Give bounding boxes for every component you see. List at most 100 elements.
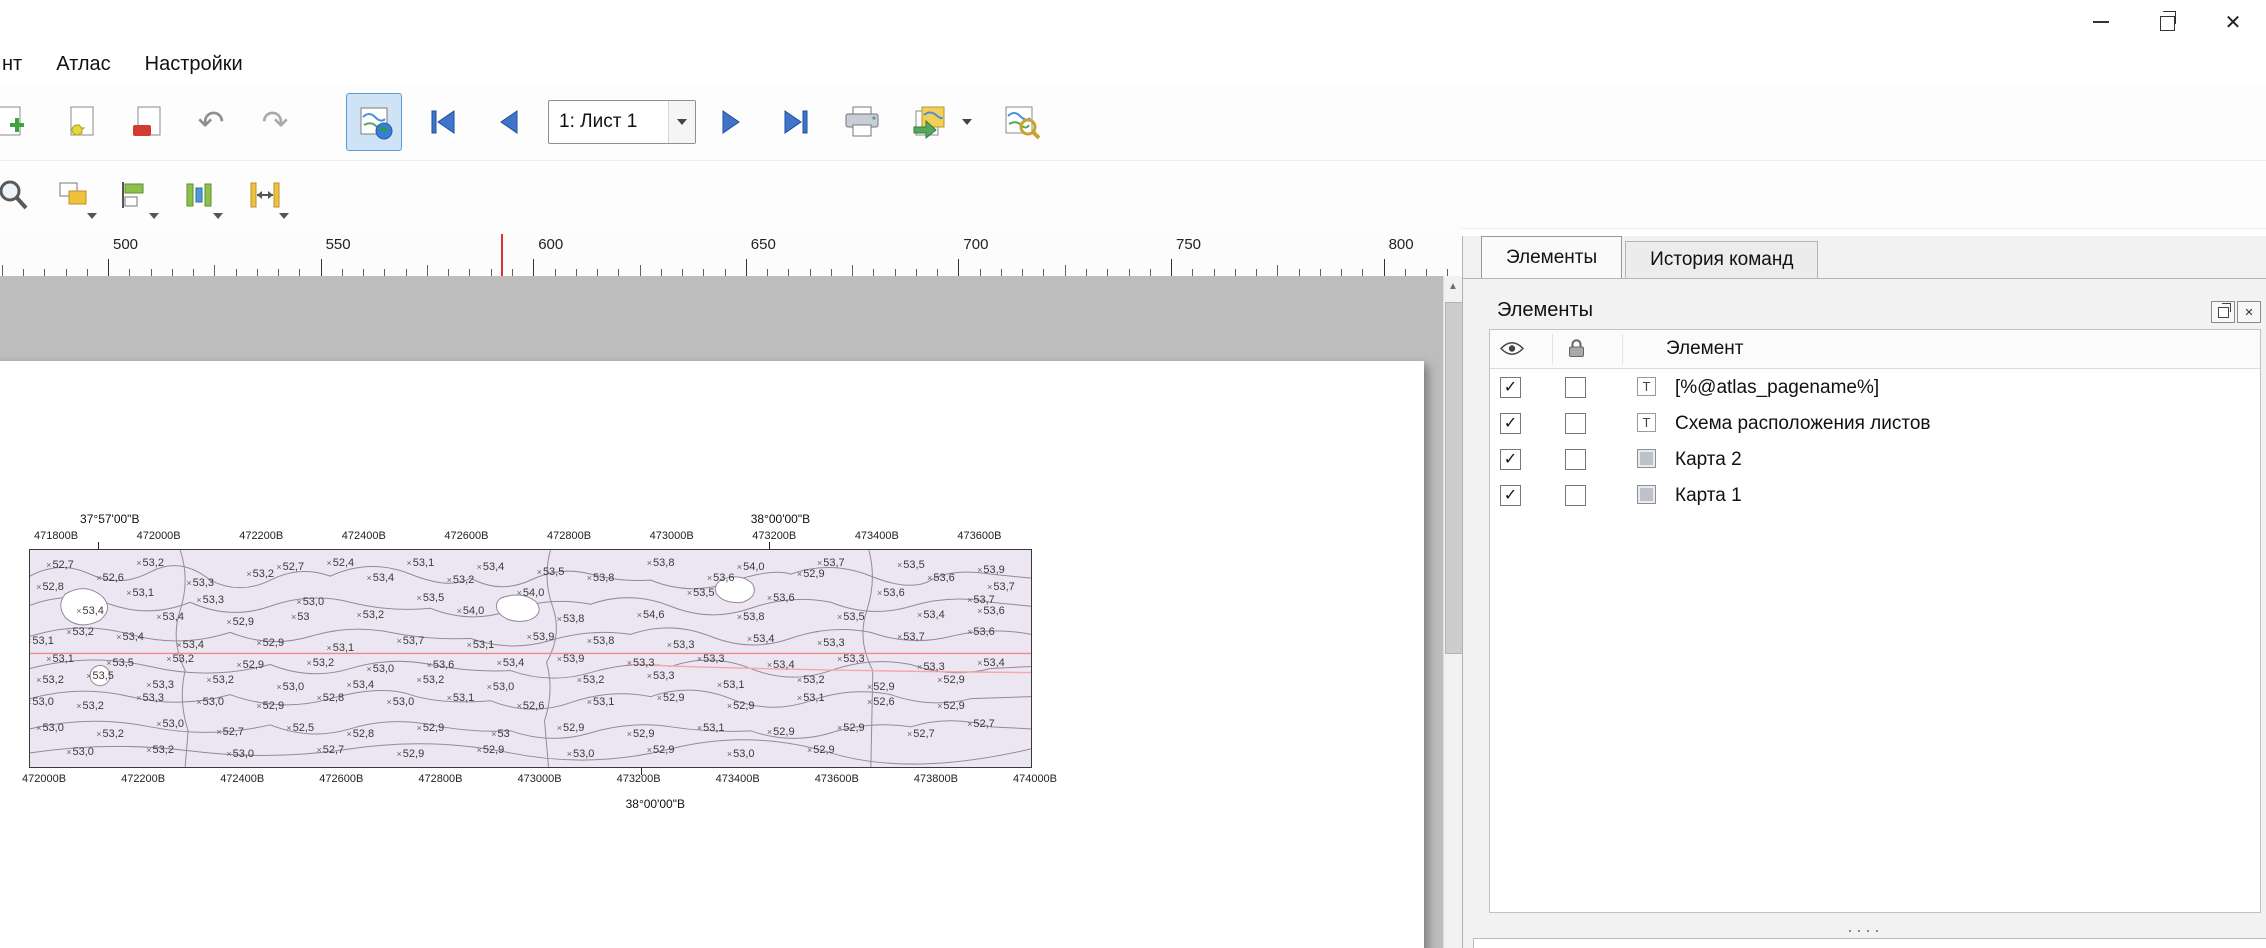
menu-item-layout-partial[interactable]: нт (0, 44, 39, 84)
layout-item-row[interactable]: ✓TСхема расположения листов (1490, 405, 2260, 441)
align-items-button[interactable] (108, 167, 162, 223)
undo-button[interactable]: ↶ (184, 94, 238, 150)
export-atlas-dropdown[interactable] (956, 94, 978, 150)
ruler-tick (236, 269, 237, 276)
tab-elements[interactable]: Элементы (1481, 236, 1622, 278)
scroll-up-arrow[interactable]: ▲ (1444, 276, 1462, 296)
panel-splitter-handle[interactable]: ···· (1463, 926, 2266, 934)
column-divider (1552, 334, 1553, 364)
spot-elevation-label: 54,0 (517, 587, 545, 599)
distribute-items-button[interactable] (172, 167, 226, 223)
zoom-tool-button[interactable] (0, 167, 40, 223)
export-pdf-button[interactable] (120, 94, 174, 150)
layout-item-row[interactable]: ✓ Карта 1 (1490, 477, 2260, 513)
ruler-tick (937, 269, 938, 276)
combo-dropdown-button[interactable] (668, 101, 695, 143)
ruler-tick (23, 269, 24, 276)
ruler-tick (873, 269, 874, 276)
spot-elevation-label: 53,8 (647, 557, 675, 569)
spot-elevation-label: 52,6 (867, 696, 895, 708)
spot-elevation-label: 53,0 (387, 696, 415, 708)
restore-button[interactable] (2134, 0, 2200, 44)
items-toolbar (0, 161, 2266, 229)
atlas-settings-button[interactable] (994, 94, 1048, 150)
ruler-tick (406, 269, 407, 276)
map-grid-label-bottom: 473000В (517, 773, 561, 785)
spot-elevation-label: 52,5 (286, 722, 314, 734)
spot-elevation-label: 53,2 (797, 674, 825, 686)
map-grid-labels-bottom: 472000В472200В472400В472600В472800В47300… (30, 773, 1031, 789)
tab-command-history[interactable]: История команд (1625, 241, 1818, 278)
scrollbar-thumb[interactable] (1445, 302, 1463, 654)
export-atlas-button[interactable] (902, 94, 956, 150)
spot-elevation-label: 53,3 (136, 692, 164, 704)
layout-page[interactable]: 52,753,252,752,453,153,453,553,854,053,7… (0, 361, 1424, 948)
next-feature-button[interactable] (705, 94, 759, 150)
map-grid-label-bottom: 472200В (121, 773, 165, 785)
item-visibility-checkbox[interactable]: ✓ (1500, 485, 1521, 506)
first-feature-button[interactable] (416, 94, 470, 150)
spot-elevation-label: 53,7 (987, 581, 1015, 593)
panel-close-button[interactable]: ✕ (2237, 301, 2261, 323)
item-visibility-checkbox[interactable]: ✓ (1500, 413, 1521, 434)
menu-item-atlas[interactable]: Атлас (39, 44, 127, 84)
item-lock-checkbox[interactable] (1565, 413, 1586, 434)
map-item[interactable]: 52,753,252,752,453,153,453,553,854,053,7… (29, 549, 1032, 768)
item-lock-checkbox[interactable] (1565, 485, 1586, 506)
resize-items-button[interactable] (238, 167, 292, 223)
layout-item-row[interactable]: ✓Карта 2 (1490, 441, 2260, 477)
item-visibility-checkbox[interactable]: ✓ (1500, 377, 1521, 398)
ruler-cursor-marker (501, 234, 503, 276)
canvas-vertical-scrollbar[interactable]: ▲ (1443, 276, 1462, 948)
layout-item-row[interactable]: ✓T[%@atlas_pagename%] (1490, 369, 2260, 405)
spot-elevation-label: 52,4 (326, 557, 354, 569)
print-atlas-button[interactable] (835, 94, 889, 150)
spot-elevation-label: 53,3 (196, 594, 224, 606)
spot-elevation-label: 52,9 (807, 744, 835, 756)
spot-elevation-label: 53,2 (136, 557, 164, 569)
column-divider (1622, 334, 1623, 364)
redo-button[interactable]: ↷ (248, 94, 302, 150)
window-controls: ✕ (2068, 0, 2266, 44)
ruler-tick (1043, 269, 1044, 276)
item-lock-checkbox[interactable] (1565, 377, 1586, 398)
ruler-tick (427, 265, 428, 276)
items-panel: Элементы История команд Элементы ✕ Элеме… (1462, 236, 2266, 948)
minimize-button[interactable] (2068, 0, 2134, 44)
panel-float-button[interactable] (2211, 301, 2235, 323)
spot-elevation-label: 53,2 (577, 674, 605, 686)
ruler-tick (725, 269, 726, 276)
collapsed-panel-stub[interactable] (1473, 938, 2266, 948)
ruler-tick (1214, 269, 1215, 276)
ruler-tick (576, 269, 577, 276)
magnifier-icon (0, 178, 30, 212)
spot-elevation-label: 53,1 (717, 679, 745, 691)
item-label: Карта 1 (1675, 485, 1742, 507)
spot-elevation-label: 53,3 (667, 639, 695, 651)
map-item-icon (1637, 485, 1656, 504)
last-feature-button[interactable] (769, 94, 823, 150)
raise-items-button[interactable] (46, 167, 100, 223)
float-window-icon (2218, 307, 2229, 318)
spot-elevation-label: 53,8 (587, 572, 615, 584)
spot-elevation-label: 53,2 (306, 657, 334, 669)
spot-elevation-label: 53,1 (30, 635, 54, 647)
map-coordinate-top-left: 37°57'00"В (80, 512, 139, 526)
ruler-tick (788, 269, 789, 276)
previous-feature-button[interactable] (481, 94, 535, 150)
map-grid-label-top: 472400В (342, 530, 386, 542)
item-visibility-checkbox[interactable]: ✓ (1500, 449, 1521, 470)
spot-elevation-label: 53,6 (927, 572, 955, 584)
new-layout-button[interactable] (0, 94, 36, 150)
ruler-tick (640, 265, 641, 276)
menu-item-settings[interactable]: Настройки (128, 44, 260, 84)
layout-canvas[interactable]: 52,753,252,752,453,153,453,553,854,053,7… (0, 276, 1443, 948)
atlas-preview-toggle[interactable] (346, 93, 402, 151)
close-button[interactable]: ✕ (2200, 0, 2266, 44)
item-lock-checkbox[interactable] (1565, 449, 1586, 470)
ruler-tick (448, 269, 449, 276)
atlas-page-combo[interactable]: 1: Лист 1 (548, 100, 696, 144)
add-from-template-button[interactable] (54, 94, 108, 150)
spot-elevation-label: 53,6 (427, 659, 455, 671)
undo-icon: ↶ (198, 106, 225, 138)
